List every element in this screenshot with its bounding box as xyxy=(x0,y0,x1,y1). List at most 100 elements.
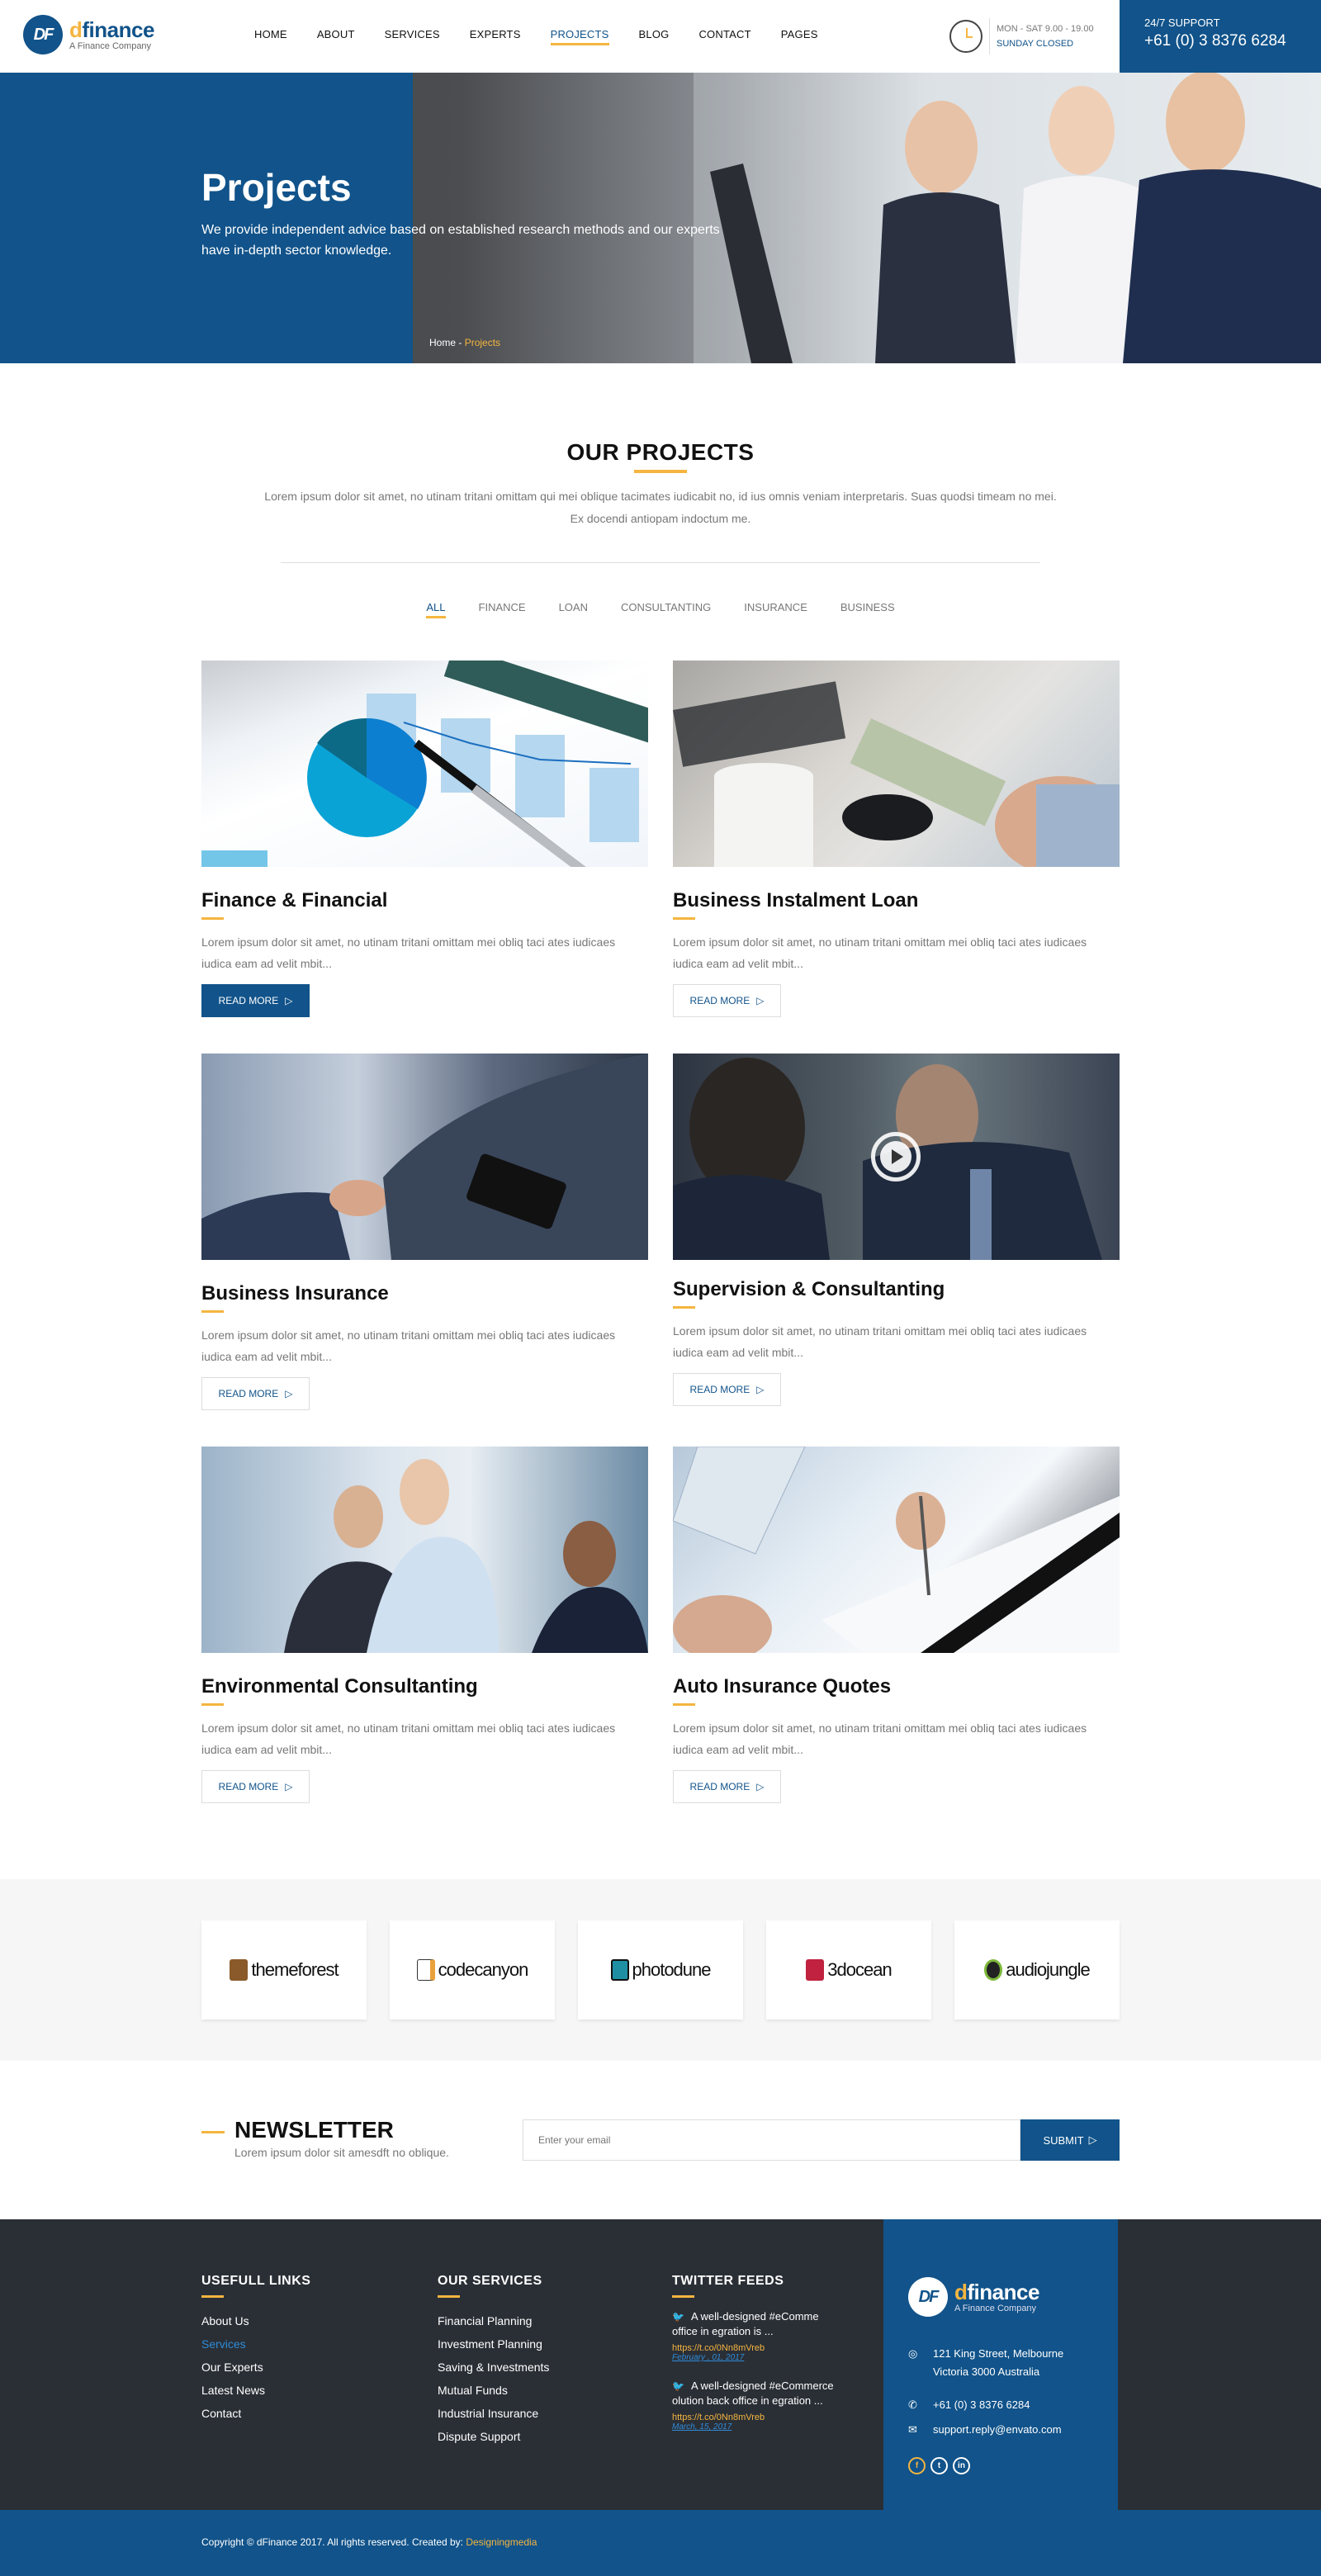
partner-audiojungle[interactable]: audiojungle xyxy=(954,1920,1120,2020)
project-image[interactable] xyxy=(201,1054,648,1260)
linkedin-icon[interactable]: in xyxy=(953,2457,970,2474)
newsletter-email-input[interactable] xyxy=(523,2119,1020,2161)
read-more-button[interactable]: READ MORE ▷ xyxy=(673,1770,781,1803)
author-link[interactable]: Designingmedia xyxy=(466,2536,537,2548)
footer-service-link[interactable]: Financial Planning xyxy=(438,2309,549,2332)
project-title[interactable]: Environmental Consultanting xyxy=(201,1675,648,1698)
nav-pages[interactable]: PAGES xyxy=(781,28,818,45)
envelope-icon: ✉ xyxy=(908,2423,917,2436)
play-video-button[interactable] xyxy=(871,1132,921,1181)
twitter-icon[interactable]: t xyxy=(930,2457,948,2474)
project-title[interactable]: Auto Insurance Quotes xyxy=(673,1675,1120,1698)
project-image[interactable] xyxy=(672,1446,1120,1661)
footer-service-link[interactable]: Industrial Insurance xyxy=(438,2402,549,2425)
arrow-right-icon: ▷ xyxy=(756,995,765,1006)
footer-logo[interactable]: DF dfinance A Finance Company xyxy=(908,2277,1093,2317)
section-title: OUR PROJECTS xyxy=(566,439,755,465)
partner-themeforest[interactable]: themeforest xyxy=(201,1920,367,2020)
hero-description: We provide independent advice based on e… xyxy=(201,223,720,258)
tweet-date[interactable]: February , 01, 2017 xyxy=(672,2353,845,2362)
project-filters: ALL FINANCE LOAN CONSULTANTING INSURANCE… xyxy=(0,601,1321,618)
opening-hours: MON - SAT 9.00 - 19.00 SUNDAY CLOSED xyxy=(949,18,1094,54)
project-card: Supervision & Consultanting Lorem ipsum … xyxy=(673,1054,1120,1406)
title-underline xyxy=(634,470,687,473)
breadcrumb: Home - Projects xyxy=(429,337,500,348)
project-title[interactable]: Business Instalment Loan xyxy=(673,889,1120,912)
tweet-text: A well-designed #eComme office in egrati… xyxy=(672,2310,819,2337)
project-description: Lorem ipsum dolor sit amet, no utinam tr… xyxy=(201,1721,616,1756)
footer-service-link[interactable]: Mutual Funds xyxy=(438,2379,549,2402)
tweet-link[interactable]: https://t.co/0Nn8mVreb xyxy=(672,2343,845,2353)
read-more-button[interactable]: READ MORE ▷ xyxy=(673,1373,781,1406)
project-card: Finance & Financial Lorem ipsum dolor si… xyxy=(201,644,690,1017)
project-description: Lorem ipsum dolor sit amet, no utinam tr… xyxy=(201,935,616,970)
footer-link-contact[interactable]: Contact xyxy=(201,2402,310,2425)
footer-heading: OUR SERVICES xyxy=(438,2274,542,2288)
hours-sunday: SUNDAY CLOSED xyxy=(997,39,1074,49)
nav-blog[interactable]: BLOG xyxy=(639,28,670,45)
nav-home[interactable]: HOME xyxy=(254,28,287,45)
nav-about[interactable]: ABOUT xyxy=(317,28,355,45)
title-underline xyxy=(673,1306,695,1309)
filter-finance[interactable]: FINANCE xyxy=(479,601,526,618)
arrow-right-icon: ▷ xyxy=(285,995,293,1006)
footer-link-experts[interactable]: Our Experts xyxy=(201,2356,310,2379)
project-image[interactable] xyxy=(201,1447,648,1653)
filter-consultanting[interactable]: CONSULTANTING xyxy=(621,601,711,618)
heading-underline xyxy=(201,2295,224,2298)
arrow-right-icon: ▷ xyxy=(285,1388,293,1399)
footer-phone: ✆ +61 (0) 3 8376 6284 xyxy=(908,2396,1093,2414)
newsletter-accent-bar xyxy=(201,2131,225,2133)
read-more-button[interactable]: READ MORE ▷ xyxy=(673,984,781,1017)
arrow-right-icon: ▷ xyxy=(285,1781,293,1792)
project-title[interactable]: Supervision & Consultanting xyxy=(673,1278,1120,1301)
nav-services[interactable]: SERVICES xyxy=(385,28,440,45)
title-underline xyxy=(201,917,224,920)
partner-logos: themeforest codecanyon photodune 3docean… xyxy=(0,1879,1321,2061)
footer-useful-links: USEFULL LINKS About Us Services Our Expe… xyxy=(201,2274,310,2425)
project-image[interactable] xyxy=(201,644,690,879)
title-underline xyxy=(673,917,695,920)
footer-twitter-feed: TWITTER FEEDS 🐦 A well-designed #eComme o… xyxy=(672,2274,845,2448)
filter-business[interactable]: BUSINESS xyxy=(840,601,895,618)
read-more-button[interactable]: READ MORE ▷ xyxy=(201,1770,310,1803)
filter-loan[interactable]: LOAN xyxy=(559,601,588,618)
footer-service-link[interactable]: Saving & Investments xyxy=(438,2356,549,2379)
site-header: DF dfinance A Finance Company HOME ABOUT… xyxy=(0,0,1321,73)
site-logo[interactable]: DF dfinance A Finance Company xyxy=(23,15,154,54)
project-video-thumbnail[interactable] xyxy=(673,1054,1120,1260)
nav-experts[interactable]: EXPERTS xyxy=(470,28,521,45)
tweet-text: A well-designed #eCommerce olution back … xyxy=(672,2379,834,2407)
breadcrumb-home[interactable]: Home xyxy=(429,337,456,348)
nav-contact[interactable]: CONTACT xyxy=(698,28,750,45)
partner-3docean[interactable]: 3docean xyxy=(766,1920,931,2020)
project-title[interactable]: Finance & Financial xyxy=(201,889,648,912)
support-phone[interactable]: +61 (0) 3 8376 6284 xyxy=(1144,32,1296,50)
tweet-date[interactable]: March, 15, 2017 xyxy=(672,2422,845,2432)
footer-address: ◎ 121 King Street, Melbourne Victoria 300… xyxy=(908,2345,1093,2381)
project-title[interactable]: Business Insurance xyxy=(201,1282,648,1305)
tweet-link[interactable]: https://t.co/0Nn8mVreb xyxy=(672,2413,845,2422)
filter-all[interactable]: ALL xyxy=(426,601,446,618)
footer-service-link[interactable]: Dispute Support xyxy=(438,2425,549,2448)
footer-heading: TWITTER FEEDS xyxy=(672,2274,784,2288)
logo-monogram-icon: DF xyxy=(23,15,63,54)
partner-codecanyon[interactable]: codecanyon xyxy=(390,1920,555,2020)
twitter-bird-icon: 🐦 xyxy=(672,2311,684,2323)
newsletter-submit-button[interactable]: SUBMIT ▷ xyxy=(1020,2119,1120,2161)
footer-link-services[interactable]: Services xyxy=(201,2332,310,2356)
footer-link-news[interactable]: Latest News xyxy=(201,2379,310,2402)
read-more-button[interactable]: READ MORE ▷ xyxy=(201,1377,310,1410)
partner-photodune[interactable]: photodune xyxy=(578,1920,743,2020)
facebook-icon[interactable]: f xyxy=(908,2457,926,2474)
project-card: Environmental Consultanting Lorem ipsum … xyxy=(201,1447,648,1803)
footer-service-link[interactable]: Investment Planning xyxy=(438,2332,549,2356)
read-more-button[interactable]: READ MORE ▷ xyxy=(201,984,310,1017)
project-image[interactable] xyxy=(673,661,1127,875)
filter-insurance[interactable]: INSURANCE xyxy=(744,601,807,618)
nav-projects[interactable]: PROJECTS xyxy=(550,28,609,45)
phone-icon: ✆ xyxy=(908,2398,917,2411)
footer-link-about[interactable]: About Us xyxy=(201,2309,310,2332)
title-underline xyxy=(201,1703,224,1706)
page-hero: Projects We provide independent advice b… xyxy=(0,73,1321,363)
